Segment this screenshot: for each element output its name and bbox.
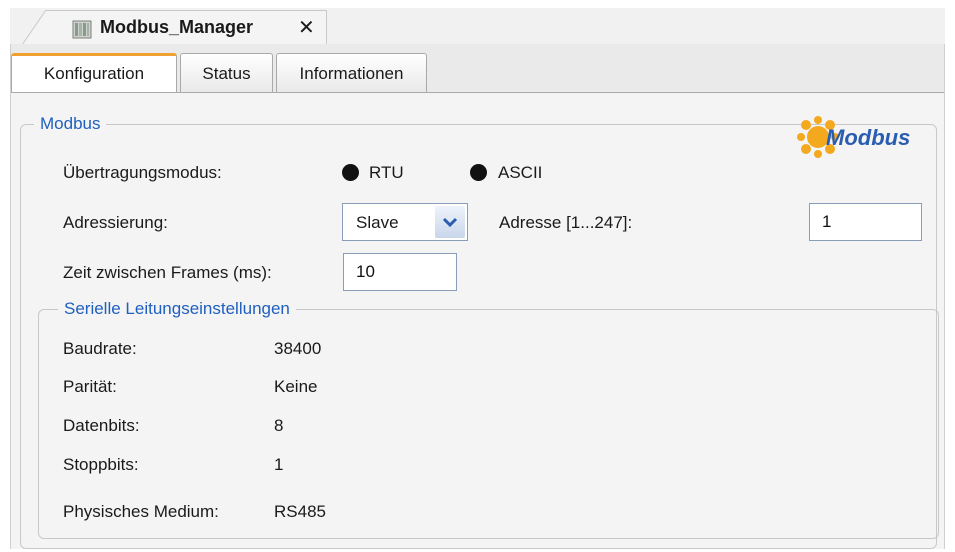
radio-ascii-label[interactable]: ASCII <box>498 163 542 183</box>
document-tab-title: Modbus_Manager <box>100 17 254 37</box>
tab-status[interactable]: Status <box>180 53 273 93</box>
tab-informationen[interactable]: Informationen <box>276 53 427 93</box>
physical-medium-label: Physisches Medium: <box>63 502 219 521</box>
chevron-down-icon[interactable] <box>435 206 465 238</box>
serial-settings-legend: Serielle Leitungseinstellungen <box>58 299 296 319</box>
tab-konfiguration[interactable]: Konfiguration <box>11 53 177 94</box>
frame-time-label: Zeit zwischen Frames (ms): <box>63 263 272 282</box>
databits-label: Datenbits: <box>63 416 140 435</box>
baudrate-value: 38400 <box>274 339 322 358</box>
addressing-select[interactable]: Slave <box>342 203 468 241</box>
parity-label: Parität: <box>63 377 117 396</box>
close-icon[interactable]: ✕ <box>298 15 315 40</box>
frame-time-input[interactable] <box>343 253 457 291</box>
document-tab-modbus-manager[interactable]: Modbus_Manager ✕ <box>22 10 327 45</box>
stopbits-label: Stoppbits: <box>63 455 139 474</box>
editor-panel: Konfiguration Status Informationen Modbu… <box>10 44 945 549</box>
databits-value: 8 <box>274 416 284 435</box>
radio-rtu[interactable] <box>342 164 359 181</box>
modbus-group-legend: Modbus <box>34 114 107 134</box>
configuration-content: Modbus Übertragungsmodus: RTU ASCII Modb… <box>11 93 944 549</box>
address-input[interactable] <box>809 203 922 241</box>
document-tab-strip: Modbus_Manager ✕ <box>10 8 945 45</box>
tab-bar: Konfiguration Status Informationen <box>11 53 944 94</box>
radio-rtu-label[interactable]: RTU <box>369 163 404 183</box>
address-label: Adresse [1...247]: <box>499 213 633 232</box>
baudrate-label: Baudrate: <box>63 339 137 358</box>
addressing-select-value: Slave <box>356 213 399 232</box>
device-icon <box>72 20 92 39</box>
radio-ascii[interactable] <box>470 164 487 181</box>
transmission-mode-label: Übertragungsmodus: <box>63 163 222 182</box>
stopbits-value: 1 <box>274 455 284 474</box>
addressing-label: Adressierung: <box>63 213 168 232</box>
parity-value: Keine <box>274 377 318 396</box>
modbus-logo: Modbus <box>797 116 910 158</box>
physical-medium-value: RS485 <box>274 502 326 521</box>
tab-slant <box>22 10 46 45</box>
modbus-logo-text: Modbus <box>826 125 910 150</box>
